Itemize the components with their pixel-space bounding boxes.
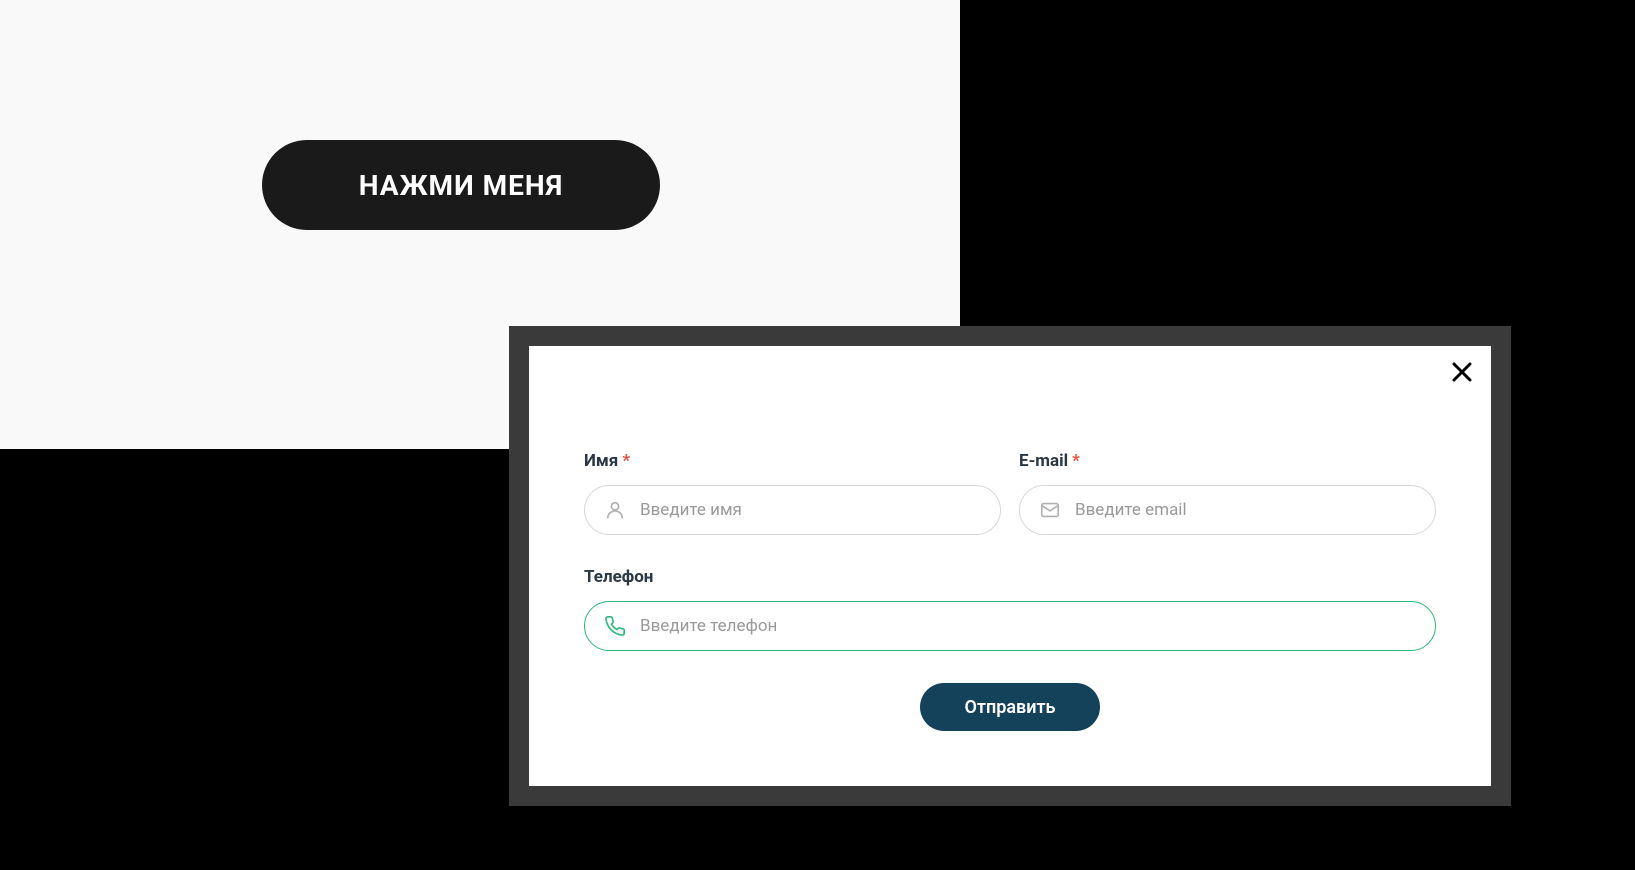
phone-field-group: Телефон xyxy=(584,567,1436,651)
email-input-wrapper xyxy=(1019,485,1436,535)
phone-input[interactable] xyxy=(584,601,1436,651)
phone-label: Телефон xyxy=(584,567,1436,587)
email-field-group: E-mail* xyxy=(1019,451,1436,535)
name-label: Имя* xyxy=(584,451,1001,471)
name-field-group: Имя* xyxy=(584,451,1001,535)
required-asterisk: * xyxy=(622,451,630,471)
required-asterisk: * xyxy=(1072,451,1080,471)
close-icon[interactable] xyxy=(1448,358,1476,386)
press-me-button[interactable]: НАЖМИ МЕНЯ xyxy=(262,140,660,230)
modal-wrapper: Имя* E-mail* xyxy=(509,326,1511,806)
name-input-wrapper xyxy=(584,485,1001,535)
submit-button[interactable]: Отправить xyxy=(920,683,1101,731)
modal-content: Имя* E-mail* xyxy=(529,346,1491,786)
phone-icon xyxy=(604,615,626,637)
user-icon xyxy=(604,499,626,521)
envelope-icon xyxy=(1039,499,1061,521)
form-row-1: Имя* E-mail* xyxy=(584,451,1436,535)
email-label: E-mail* xyxy=(1019,451,1436,471)
name-input[interactable] xyxy=(584,485,1001,535)
email-input[interactable] xyxy=(1019,485,1436,535)
phone-input-wrapper xyxy=(584,601,1436,651)
submit-wrapper: Отправить xyxy=(584,683,1436,731)
